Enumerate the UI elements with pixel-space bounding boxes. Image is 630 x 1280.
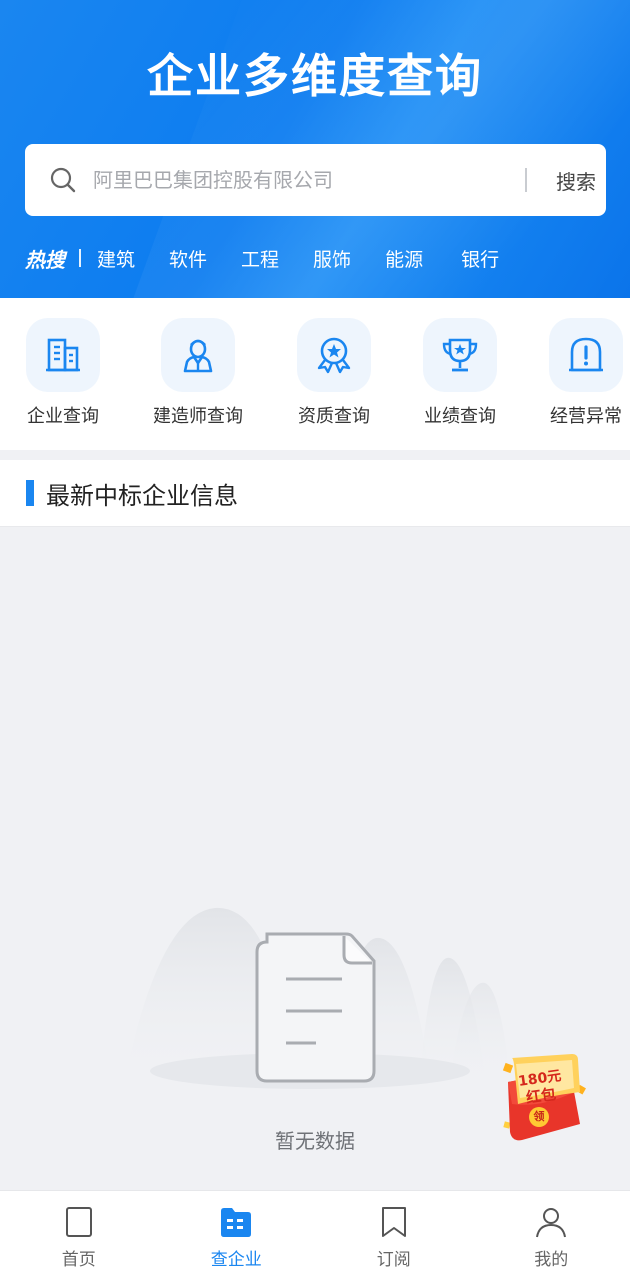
section-accent-bar <box>26 480 34 506</box>
search-button[interactable]: 搜索 <box>541 158 611 202</box>
bottom-tab-bar: 首页 查企业 订阅 我的 <box>0 1190 630 1280</box>
hot-search-item[interactable]: 建筑 <box>97 245 135 272</box>
hot-search-item[interactable]: 服饰 <box>313 245 351 272</box>
quick-action-label: 资质查询 <box>298 406 370 427</box>
quick-action-label: 企业查询 <box>27 406 99 427</box>
header-banner: 企业多维度查询 搜索 热搜 建筑 软件 工程 服饰 能源 银行 <box>0 0 630 298</box>
red-packet-promo[interactable]: 180元 红包 领 <box>498 1052 590 1144</box>
person-icon <box>183 339 213 373</box>
hot-search-item[interactable]: 软件 <box>169 245 207 272</box>
tab-home[interactable]: 首页 <box>0 1191 158 1280</box>
quick-action-company-search[interactable]: 企业查询 <box>0 318 128 428</box>
hot-search-item[interactable]: 银行 <box>461 245 499 272</box>
red-packet-label: 红包 <box>524 1084 558 1107</box>
tab-profile[interactable]: 我的 <box>473 1191 630 1280</box>
quick-action-abnormal-operation[interactable]: 经营异常 <box>521 318 630 428</box>
hot-search-item[interactable]: 能源 <box>385 245 423 272</box>
user-icon <box>536 1208 567 1238</box>
quick-action-performance-search[interactable]: 业绩查询 <box>395 318 525 428</box>
section-header: 最新中标企业信息 <box>0 460 630 527</box>
badge-icon <box>317 337 351 374</box>
building-icon <box>46 338 80 372</box>
search-bar[interactable]: 搜索 <box>25 144 606 216</box>
hot-search-item[interactable]: 工程 <box>241 245 279 272</box>
section-title: 最新中标企业信息 <box>46 482 238 510</box>
quick-action-label: 业绩查询 <box>424 406 496 427</box>
quick-actions: 企业查询 建造师查询 资质查询 业绩查询 经营异常 <box>0 298 630 450</box>
quick-action-icon-bg <box>161 318 235 392</box>
tab-label: 订阅 <box>376 1250 411 1270</box>
tab-label: 我的 <box>534 1250 569 1270</box>
tab-label: 首页 <box>61 1250 96 1270</box>
quick-action-label: 建造师查询 <box>153 406 243 427</box>
alert-icon <box>569 337 603 372</box>
trophy-icon <box>442 338 478 372</box>
company-icon <box>221 1208 252 1237</box>
search-icon <box>50 167 76 193</box>
quick-action-icon-bg <box>549 318 623 392</box>
hot-search-row: 热搜 建筑 软件 工程 服饰 能源 银行 <box>25 243 533 273</box>
hot-search-label: 热搜 <box>25 247 65 272</box>
search-input[interactable] <box>93 162 493 198</box>
tab-company[interactable]: 查企业 <box>158 1191 316 1280</box>
page-title: 企业多维度查询 <box>147 49 483 103</box>
hot-search-divider <box>79 249 81 267</box>
red-packet-claim-badge: 领 <box>529 1107 549 1127</box>
quick-action-icon-bg <box>423 318 497 392</box>
empty-document-icon <box>125 907 510 1089</box>
quick-action-icon-bg <box>26 318 100 392</box>
quick-action-icon-bg <box>297 318 371 392</box>
quick-action-constructor-search[interactable]: 建造师查询 <box>133 318 263 428</box>
quick-action-label: 经营异常 <box>550 406 622 427</box>
bookmark-icon <box>381 1207 406 1237</box>
search-divider <box>525 168 527 192</box>
tab-subscribe[interactable]: 订阅 <box>315 1191 473 1280</box>
home-icon <box>65 1207 92 1237</box>
quick-action-qualification-search[interactable]: 资质查询 <box>269 318 399 428</box>
tab-label: 查企业 <box>210 1250 262 1270</box>
